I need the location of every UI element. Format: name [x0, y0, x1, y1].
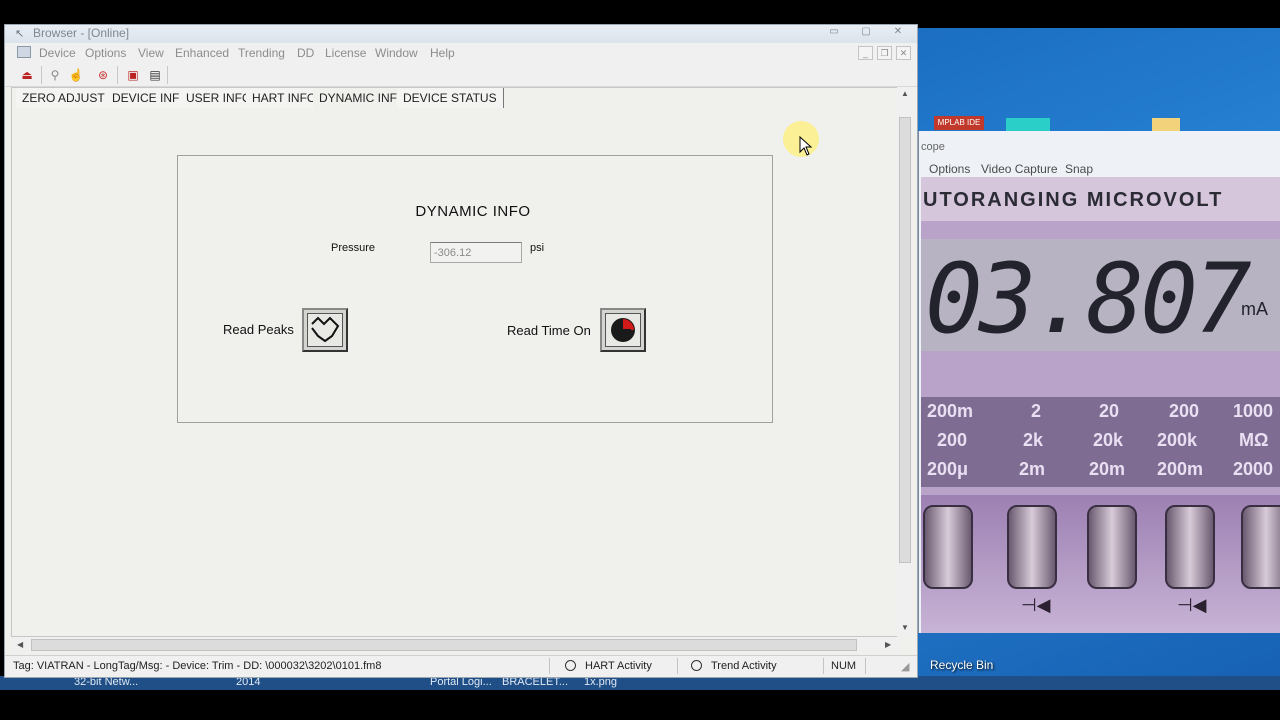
- meter-knob: [1241, 505, 1280, 589]
- status-trend-activity: Trend Activity: [711, 660, 777, 672]
- meter-buttons: ⊣◀ ⊣◀: [921, 495, 1280, 633]
- range-row: 200m 2 20 200 1000: [927, 401, 1274, 421]
- hart-activity-icon: [565, 660, 576, 671]
- menu-dd[interactable]: DD: [297, 46, 314, 60]
- range-row: 200 2k 20k 200k MΩ: [937, 430, 1269, 450]
- pressure-label: Pressure: [331, 242, 376, 254]
- vertical-scroll-thumb[interactable]: [899, 117, 911, 563]
- read-peaks-button[interactable]: [302, 308, 348, 352]
- device-disconnect-icon[interactable]: ⏏: [19, 67, 35, 83]
- minimize-button[interactable]: ▭: [821, 25, 847, 39]
- read-time-on-label: Read Time On: [507, 323, 591, 338]
- vertical-scrollbar[interactable]: ▲ ▼: [897, 87, 913, 637]
- status-separator: [677, 658, 678, 674]
- mouse-pointer-icon: [799, 136, 813, 156]
- report-icon[interactable]: ▣: [125, 67, 141, 83]
- resize-grip-icon[interactable]: ◢: [901, 660, 909, 673]
- content-area: ZERO ADJUST DEVICE INFO USER INFO HART I…: [11, 87, 899, 637]
- meter-banner-text: UTORANGING MICROVOLT: [923, 189, 1224, 211]
- horizontal-scrollbar[interactable]: ◀ ▶: [11, 637, 899, 653]
- connect-icon[interactable]: ⊛: [95, 67, 111, 83]
- menu-license[interactable]: License: [325, 46, 366, 60]
- scroll-up-icon[interactable]: ▲: [901, 89, 909, 98]
- close-button[interactable]: ✕: [885, 25, 911, 39]
- video-menu-snap[interactable]: Snap: [1065, 162, 1093, 176]
- menu-help[interactable]: Help: [430, 46, 455, 60]
- read-peaks-label: Read Peaks: [223, 322, 294, 337]
- meter-reading: 03.807: [925, 243, 1252, 355]
- dynamic-info-panel: DYNAMIC INFO Pressure psi Read Peaks Rea…: [177, 155, 773, 423]
- tab-hart-info[interactable]: HART INFO: [246, 88, 324, 108]
- menu-trending[interactable]: Trending: [238, 46, 285, 60]
- child-restore-button[interactable]: ❐: [877, 46, 892, 60]
- video-menu-options[interactable]: Options: [929, 162, 970, 176]
- scroll-down-icon[interactable]: ▼: [901, 623, 909, 632]
- app-title-icon: ↖: [15, 28, 25, 40]
- toolbar-separator: [167, 66, 168, 84]
- menu-view[interactable]: View: [138, 46, 164, 60]
- trend-activity-icon: [691, 660, 702, 671]
- menu-device[interactable]: Device: [39, 46, 76, 60]
- diode-symbol-icon: ⊣◀: [1021, 595, 1051, 615]
- meter-knob: [1165, 505, 1215, 589]
- read-time-on-button[interactable]: [600, 308, 646, 352]
- title-bar[interactable]: ↖ Browser - [Online] ▭ ▢ ✕: [5, 25, 917, 43]
- recycle-bin-label[interactable]: Recycle Bin: [930, 658, 993, 672]
- diode-symbol-icon: ⊣◀: [1177, 595, 1207, 615]
- menu-bar: Device Options View Enhanced Trending DD…: [5, 43, 917, 63]
- status-tag-info: Tag: VIATRAN - LongTag/Msg: - Device: Tr…: [13, 660, 382, 672]
- screen: MPLAB IDE Recycle Bin 32-bit Netw... 201…: [0, 0, 1280, 720]
- pressure-field[interactable]: [430, 242, 522, 263]
- scroll-right-icon[interactable]: ▶: [885, 640, 891, 649]
- meter-knob: [1087, 505, 1137, 589]
- taskbar: [0, 676, 1280, 690]
- status-separator: [549, 658, 550, 674]
- menu-options[interactable]: Options: [85, 46, 126, 60]
- status-separator: [865, 658, 866, 674]
- panel-title: DYNAMIC INFO: [415, 203, 531, 220]
- meter-range-labels: 200m 2 20 200 1000 200 2k 20k 200k MΩ 20…: [921, 397, 1280, 487]
- document-menu-icon[interactable]: [17, 46, 31, 58]
- toolbar-separator: [117, 66, 118, 84]
- meter-unit: mA: [1241, 299, 1268, 319]
- tab-zero-adjust[interactable]: ZERO ADJUST: [16, 88, 112, 108]
- video-menu-video-capture[interactable]: Video Capture: [981, 162, 1058, 176]
- video-window-title: cope: [921, 141, 945, 153]
- meter-knob: [923, 505, 973, 589]
- meter-knob: [1007, 505, 1057, 589]
- horizontal-scroll-thumb[interactable]: [31, 639, 857, 651]
- tab-device-status[interactable]: DEVICE STATUS: [397, 88, 504, 108]
- menu-window[interactable]: Window: [375, 46, 418, 60]
- multimeter-video-feed: UTORANGING MICROVOLT 03.807 mA 200m 2 20…: [921, 177, 1280, 633]
- status-separator: [823, 658, 824, 674]
- menu-enhanced[interactable]: Enhanced: [175, 46, 229, 60]
- folder-icon[interactable]: [1152, 118, 1180, 132]
- meter-lcd: 03.807 mA: [921, 239, 1280, 351]
- poll-icon[interactable]: ⚲: [47, 67, 63, 83]
- browser-window: ↖ Browser - [Online] ▭ ▢ ✕ Device Option…: [4, 24, 918, 678]
- child-minimize-button[interactable]: _: [858, 46, 873, 60]
- pressure-unit: psi: [530, 242, 545, 254]
- range-row: 200μ 2m 20m 200m 2000: [927, 459, 1274, 479]
- window-title: Browser - [Online]: [33, 26, 130, 40]
- clock-icon: [605, 313, 641, 347]
- video-capture-window: cope Options Video Capture Snap UTORANGI…: [918, 131, 1280, 633]
- status-hart-activity: HART Activity: [585, 660, 652, 672]
- scroll-left-icon[interactable]: ◀: [17, 640, 23, 649]
- app-icon[interactable]: [1006, 118, 1050, 132]
- status-bar: Tag: VIATRAN - LongTag/Msg: - Device: Tr…: [5, 655, 917, 675]
- child-close-button[interactable]: ✕: [896, 46, 911, 60]
- mplab-icon[interactable]: MPLAB IDE: [934, 116, 984, 130]
- meter-banner: UTORANGING MICROVOLT: [921, 177, 1280, 221]
- toolbar-separator: [41, 66, 42, 84]
- maximize-button[interactable]: ▢: [853, 25, 879, 39]
- document-icon[interactable]: ▤: [147, 67, 163, 83]
- peaks-icon: [307, 313, 343, 347]
- toolbar: ⏏ ⚲ ☝ ⊛ ▣ ▤: [5, 63, 917, 87]
- status-num: NUM: [831, 660, 857, 672]
- hand-icon[interactable]: ☝: [68, 67, 84, 83]
